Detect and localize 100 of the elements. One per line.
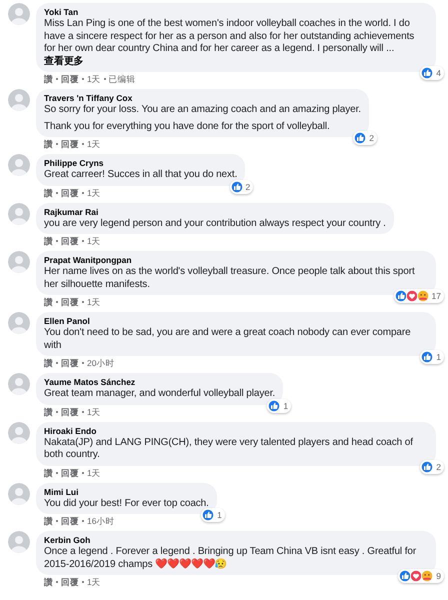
hug-emoji-icon — [416, 290, 429, 302]
commenter-name[interactable]: Mimi Lui — [44, 486, 209, 498]
comment-text: Thank you for everything you have done for the sport of volleyball. — [44, 120, 331, 133]
like-link[interactable]: 讚 — [44, 515, 53, 527]
like-link[interactable]: 讚 — [44, 73, 53, 85]
reply-link[interactable]: 回覆 — [61, 296, 79, 308]
comment-text: Her name lives on as the world's volleyball treasure. Once people talk about this sport her silhouette manifests. — [44, 266, 416, 291]
dot-separator-icon — [56, 472, 58, 474]
see-more-link[interactable]: 查看更多 — [44, 56, 84, 66]
reaction-count: 9 — [436, 571, 441, 581]
like-icon — [230, 180, 243, 192]
reaction-summary[interactable]: 2 — [230, 180, 254, 194]
like-link[interactable]: 讚 — [44, 357, 53, 369]
reply-link[interactable]: 回覆 — [61, 466, 79, 478]
comment-time[interactable]: 1天 — [87, 73, 101, 85]
reaction-count: 2 — [246, 182, 250, 192]
dot-separator-icon — [56, 78, 58, 80]
commenter-name[interactable]: Yaume Matos Sánchez — [44, 377, 276, 388]
like-icon — [268, 400, 280, 412]
avatar[interactable] — [8, 3, 30, 25]
reaction-summary[interactable]: 4 — [420, 66, 444, 80]
reaction-summary[interactable]: 9 — [398, 569, 444, 583]
like-link[interactable]: 讚 — [44, 466, 53, 478]
like-icon — [421, 67, 434, 79]
reply-link[interactable]: 回覆 — [61, 576, 79, 588]
dot-separator-icon — [82, 410, 84, 412]
comment-time[interactable]: 1天 — [87, 576, 101, 588]
reaction-summary[interactable]: 1 — [201, 508, 225, 522]
like-link[interactable]: 讚 — [44, 186, 53, 198]
reply-link[interactable]: 回覆 — [61, 73, 79, 85]
like-icon — [394, 290, 407, 302]
reaction-summary[interactable]: 2 — [420, 460, 444, 474]
comment-time[interactable]: 16小时 — [87, 515, 114, 527]
dot-separator-icon — [56, 192, 58, 194]
dot-separator-icon — [56, 581, 58, 583]
avatar[interactable] — [8, 251, 30, 273]
reply-link[interactable]: 回覆 — [61, 138, 79, 150]
avatar[interactable] — [8, 89, 30, 111]
commenter-name[interactable]: Hiroaki Endo — [44, 426, 428, 436]
comment-time[interactable]: 1天 — [87, 296, 101, 308]
commenter-name[interactable]: Philippe Cryns — [44, 158, 238, 169]
dot-separator-icon — [56, 143, 58, 145]
dot-separator-icon — [82, 192, 84, 194]
dot-separator-icon — [104, 78, 106, 80]
comment-text: You don't need to be sad, you are and were a great coach nobody can ever compare with — [44, 327, 412, 352]
dot-separator-icon — [82, 143, 84, 145]
dot-separator-icon — [82, 301, 84, 303]
reaction-count: 17 — [432, 291, 441, 301]
commenter-name[interactable]: Yoki Tan — [44, 7, 428, 18]
commenter-name[interactable]: Rajkumar Rai — [44, 206, 386, 218]
like-link[interactable]: 讚 — [44, 235, 53, 247]
reply-link[interactable]: 回覆 — [61, 357, 79, 369]
like-link[interactable]: 讚 — [44, 296, 53, 308]
like-icon — [421, 460, 434, 472]
reply-link[interactable]: 回覆 — [61, 406, 79, 418]
like-link[interactable]: 讚 — [44, 138, 53, 150]
reaction-count: 4 — [436, 68, 441, 78]
avatar[interactable] — [8, 202, 30, 224]
reaction-summary[interactable]: 1 — [267, 398, 292, 412]
dot-separator-icon — [82, 78, 84, 80]
commenter-name[interactable]: Ellen Panol — [44, 316, 428, 327]
reaction-summary[interactable]: 17 — [394, 289, 444, 303]
dot-separator-icon — [56, 410, 58, 412]
avatar[interactable] — [8, 482, 30, 504]
dot-separator-icon — [82, 520, 84, 522]
like-icon — [202, 509, 214, 521]
comment-text: Once a legend . Forever a legend . Bringing up Team China VB isnt easy . Greatful for 2015-2016/2019 champs ❤❤❤❤❤😥 — [44, 546, 418, 571]
dot-separator-icon — [56, 240, 58, 242]
avatar[interactable] — [8, 312, 30, 334]
avatar[interactable] — [8, 422, 30, 444]
reaction-summary[interactable]: 2 — [353, 131, 377, 145]
comment-text: You did your best! For ever top coach. — [44, 498, 209, 510]
commenter-name[interactable]: Travers 'n Tiffany Cox — [44, 93, 361, 104]
reply-link[interactable]: 回覆 — [61, 235, 79, 247]
comment-time[interactable]: 20小时 — [87, 357, 114, 369]
like-link[interactable]: 讚 — [44, 406, 53, 418]
comment-time[interactable]: 1天 — [87, 235, 101, 247]
comment-text: you are very legend person and your contribution always respect your country . — [44, 218, 386, 230]
dot-separator-icon — [82, 240, 84, 242]
comment-time[interactable]: 1天 — [87, 466, 101, 478]
reaction-summary[interactable]: 1 — [420, 350, 444, 364]
avatar[interactable] — [8, 154, 30, 176]
like-icon — [354, 132, 366, 144]
avatar[interactable] — [8, 531, 30, 553]
comment-time[interactable]: 1天 — [87, 138, 101, 150]
reaction-count: 2 — [369, 133, 374, 143]
like-link[interactable]: 讚 — [44, 576, 53, 588]
reaction-count: 1 — [217, 510, 222, 520]
reply-link[interactable]: 回覆 — [61, 515, 79, 527]
avatar[interactable] — [8, 373, 30, 395]
like-icon — [399, 570, 412, 582]
comment-time[interactable]: 1天 — [87, 406, 101, 418]
reply-link[interactable]: 回覆 — [61, 186, 79, 198]
commenter-name[interactable]: Kerbin Goh — [44, 535, 428, 546]
reaction-count: 2 — [436, 462, 441, 472]
comment-text: So sorry for your loss. You are an amazing coach and an amazing player. — [44, 104, 361, 116]
commenter-name[interactable]: Prapat Wanitpongpan — [44, 255, 428, 266]
dot-separator-icon — [56, 301, 58, 303]
comment-time[interactable]: 1天 — [87, 186, 101, 198]
like-icon — [421, 351, 434, 363]
